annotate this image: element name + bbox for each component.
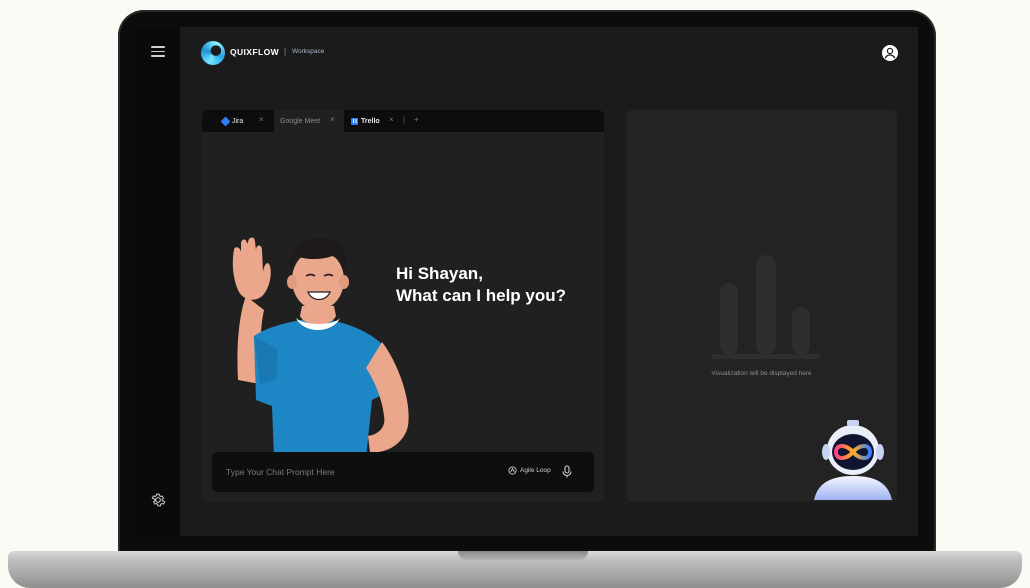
chart-icon [712, 255, 820, 359]
tab-label: Google Meet [280, 117, 321, 125]
tab-divider: | [403, 115, 406, 124]
agile-loop-label: Agile Loop [520, 467, 551, 474]
menu-icon[interactable] [151, 46, 165, 57]
visualization-panel: Visualization will be displayed here [626, 110, 897, 502]
jira-icon [220, 116, 231, 126]
trello-icon [351, 117, 358, 125]
new-tab-button[interactable]: + [414, 115, 419, 124]
tab-close-icon[interactable]: × [389, 115, 394, 124]
chat-panel: Jira × Google Meet × Trello × | + Hi Sha… [202, 110, 604, 502]
brand-name: QUIXFLOW [230, 47, 279, 57]
mic-icon[interactable] [561, 465, 573, 478]
greeting-text: Hi Shayan, What can I help you? [396, 263, 566, 307]
logo-icon [201, 41, 225, 65]
workspace-label: Workspace [292, 48, 325, 55]
visualization-placeholder-text: Visualization will be displayed here [711, 370, 812, 377]
profile-icon[interactable] [882, 45, 898, 61]
sidebar [136, 27, 180, 536]
workspace-main: QUIXFLOW | Workspace Jira × Google Meet … [180, 27, 918, 536]
chat-prompt-bar: Agile Loop [212, 452, 594, 492]
tab-label: Trello [361, 117, 380, 125]
greeting-line-2: What can I help you? [396, 286, 567, 305]
tab-bar: Jira × Google Meet × Trello × | + [202, 110, 604, 132]
tab-close-icon[interactable]: × [259, 115, 264, 124]
waving-character-illustration [232, 237, 409, 458]
settings-icon[interactable] [150, 492, 166, 508]
agile-loop-button[interactable]: Agile Loop [508, 466, 551, 475]
greeting-line-1: Hi Shayan, [396, 264, 483, 283]
tab-label: Jira [232, 117, 244, 125]
tab-close-icon[interactable]: × [330, 115, 335, 124]
chat-prompt-input[interactable] [224, 462, 494, 482]
tab-trello[interactable]: Trello [351, 110, 380, 132]
bot-icon[interactable] [812, 416, 894, 500]
laptop-notch [458, 551, 588, 560]
tab-jira[interactable]: Jira [220, 110, 244, 132]
app-screen: QUIXFLOW | Workspace Jira × Google Meet … [136, 27, 918, 536]
brand-separator: | [284, 47, 287, 56]
agile-loop-icon [508, 466, 517, 475]
